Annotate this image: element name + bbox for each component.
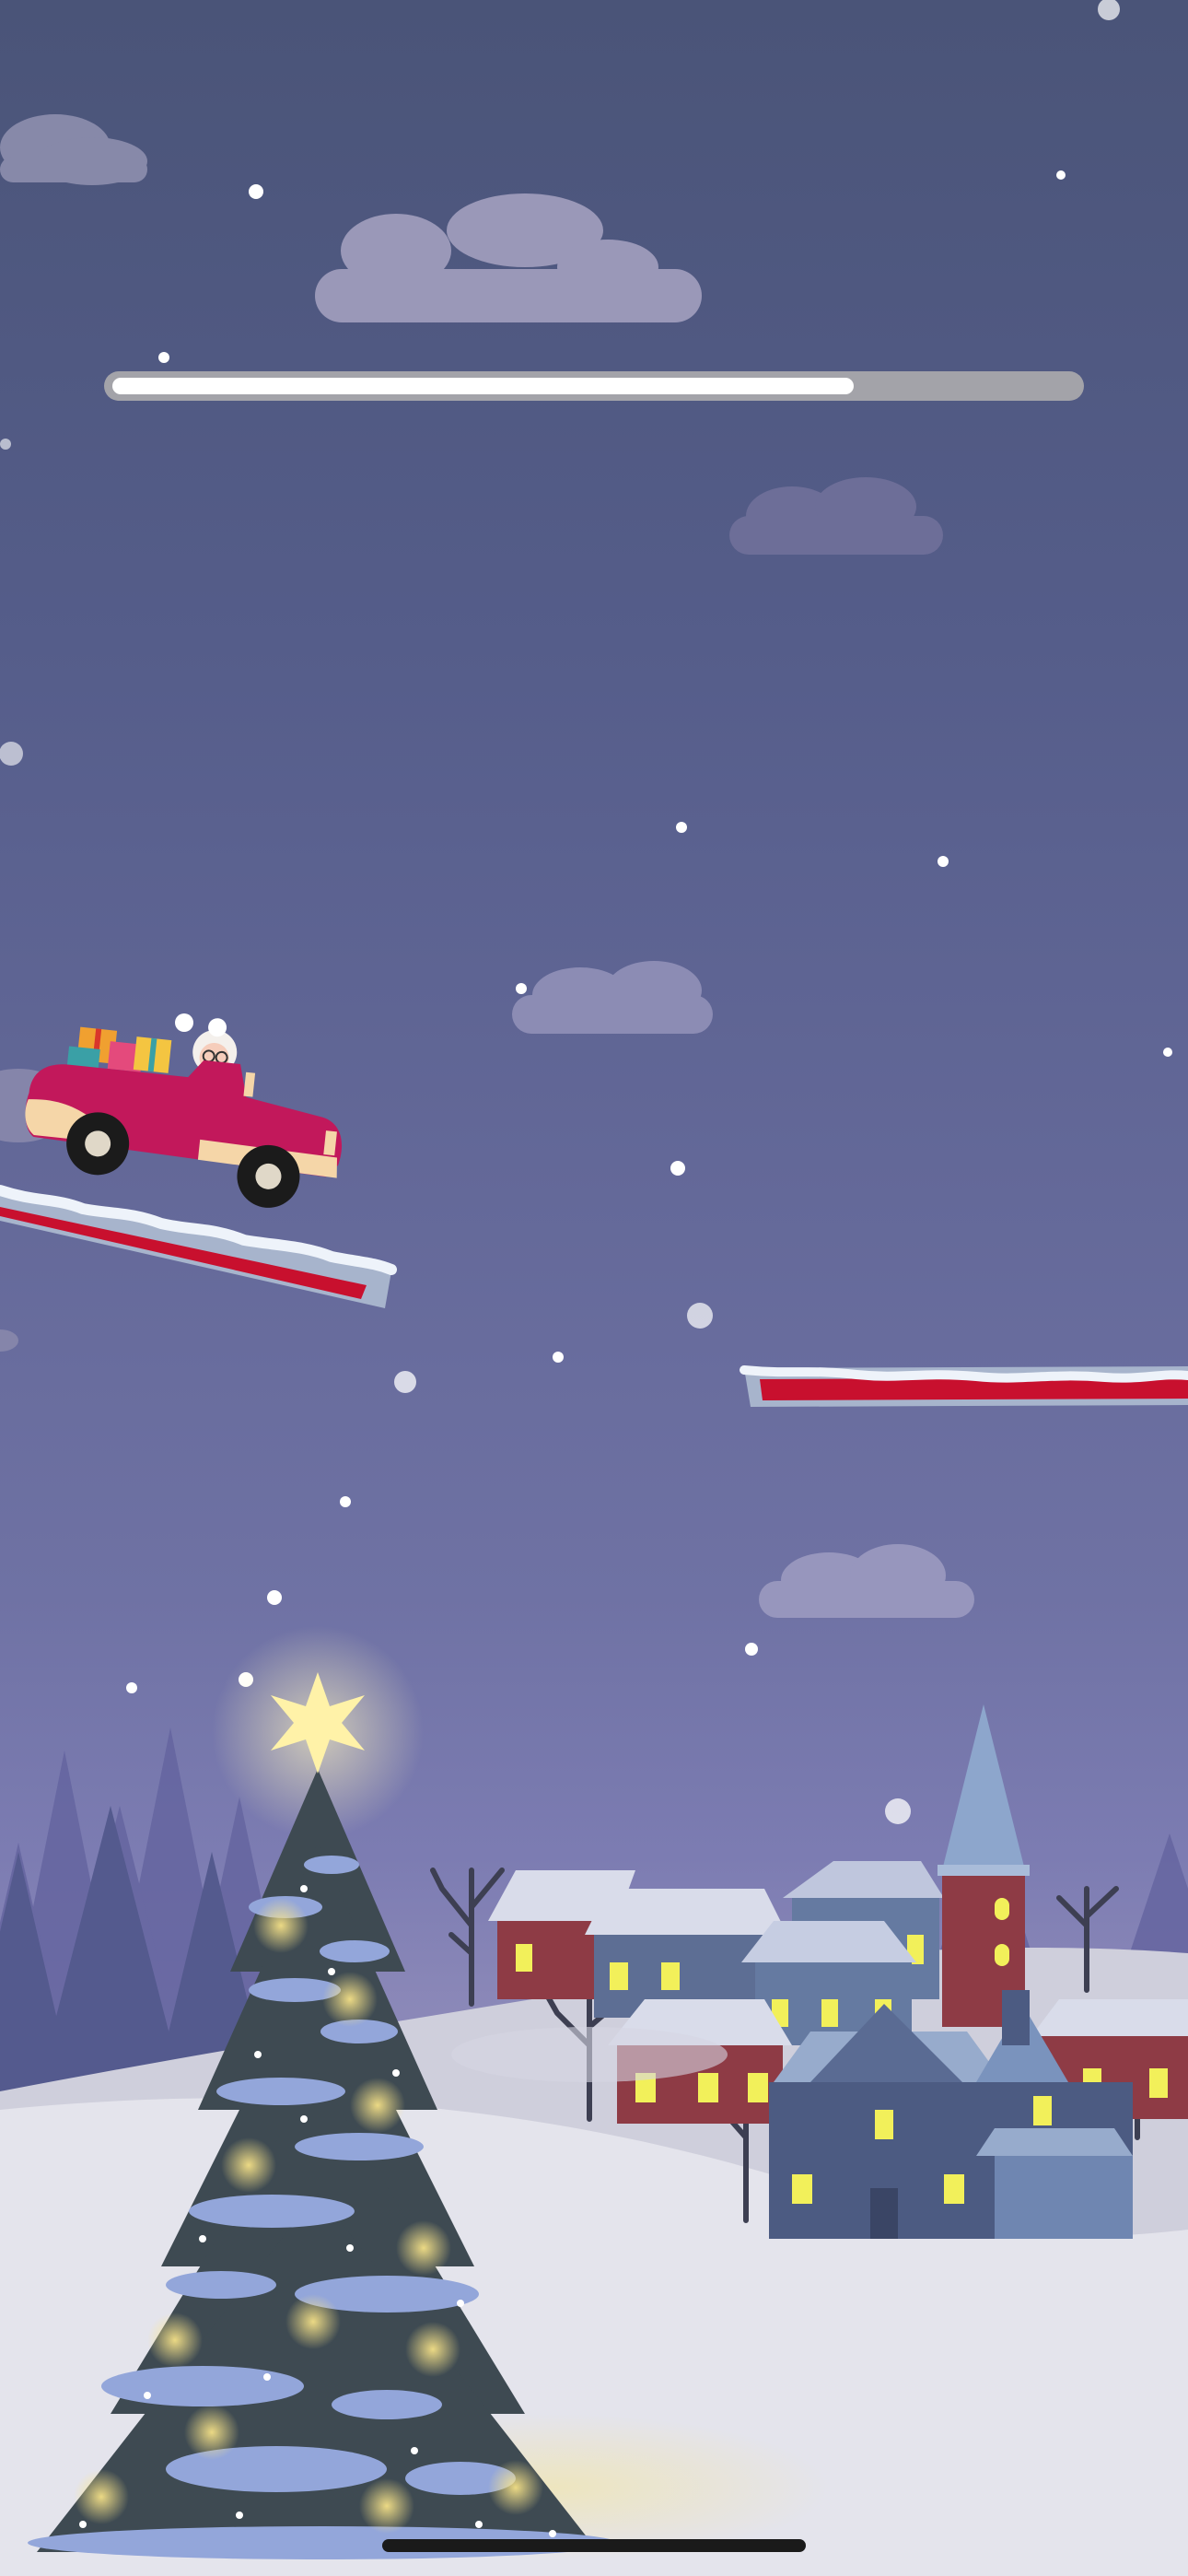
level-progress-bar <box>104 371 1084 401</box>
cloud-center <box>512 961 713 1034</box>
ramp-right <box>740 1365 1188 1407</box>
level-progress-fill <box>112 378 854 394</box>
game-scene[interactable] <box>0 0 1188 2576</box>
cloud-mid-right <box>729 477 943 555</box>
cloud-top-center <box>315 193 702 322</box>
cloud-lower-right <box>759 1544 974 1618</box>
church <box>938 1704 1030 2027</box>
ramp-left <box>0 1185 397 1308</box>
home-indicator[interactable] <box>382 2539 806 2552</box>
cloud-top-left <box>0 114 147 185</box>
